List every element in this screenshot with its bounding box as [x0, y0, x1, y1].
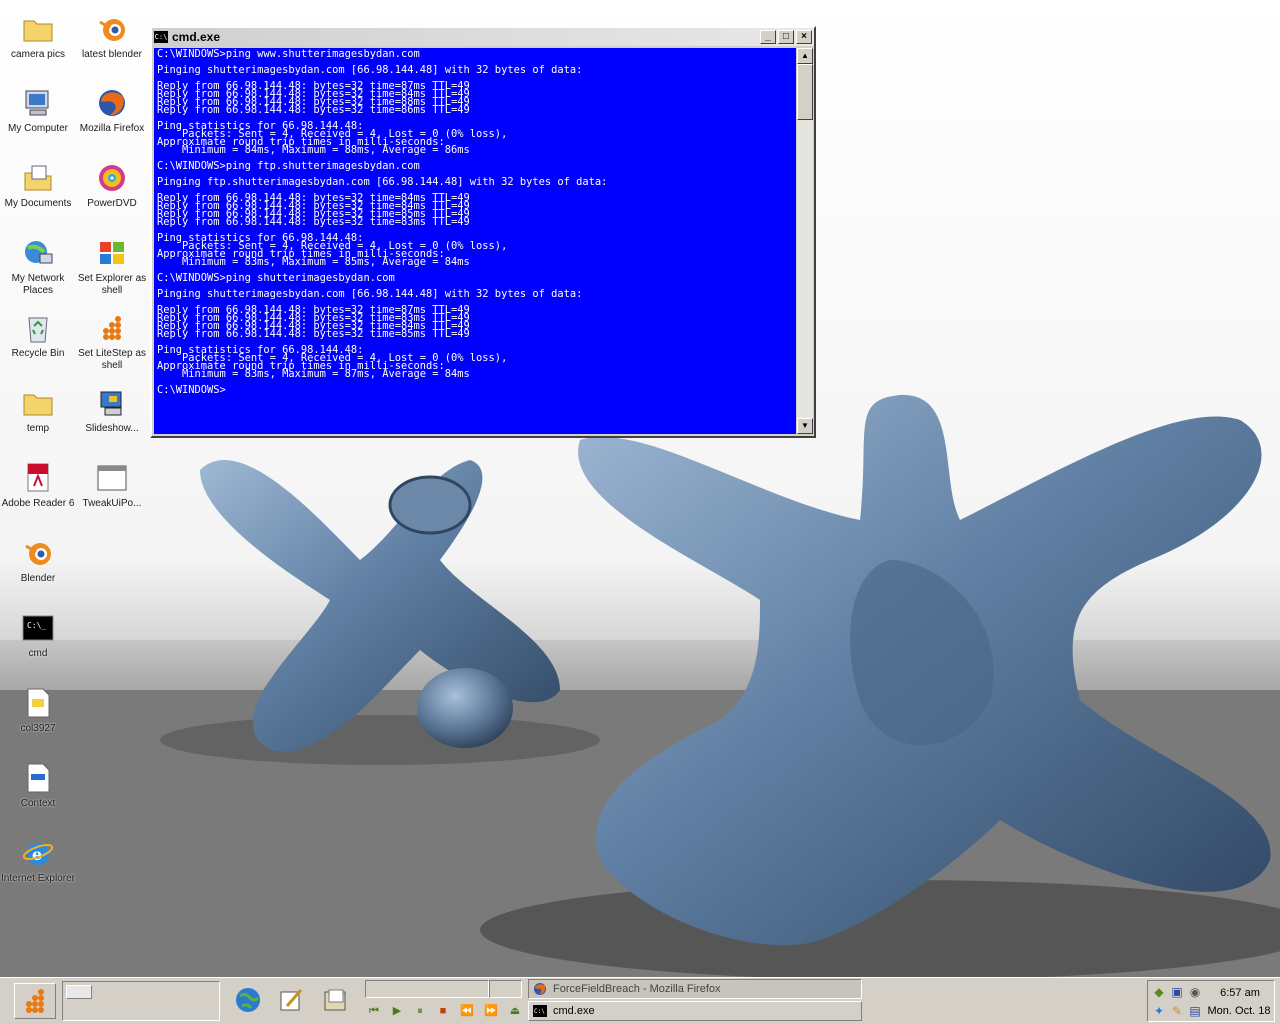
window-icon [95, 461, 129, 495]
notepad-pencil-icon[interactable] [276, 985, 306, 1015]
console-line: C:\WINDOWS>ping ftp.shutterimagesbydan.c… [157, 160, 420, 172]
desktop-icon-set-explorer-as-shell[interactable]: Set Explorer as shell [75, 236, 149, 297]
start-button[interactable] [14, 983, 56, 1019]
document-icon [21, 761, 55, 795]
console-line: Pinging shutterimagesbydan.com [66.98.14… [157, 64, 583, 76]
network-icon [21, 236, 55, 270]
windows-flag-icon [95, 236, 129, 270]
blender-icon [21, 536, 55, 570]
console-icon: C:\_ [21, 611, 55, 645]
desktop-icon-temp[interactable]: temp [1, 386, 75, 435]
clock-date[interactable]: Mon. Oct. 18 [1204, 1005, 1274, 1017]
console-line: Reply from 66.98.144.48: bytes=32 time=8… [157, 328, 470, 340]
desktop-pager[interactable] [62, 981, 220, 1021]
media-track-display [365, 980, 489, 998]
volume-tray-icon[interactable]: ◉ [1187, 984, 1203, 1000]
computer-icon [21, 86, 55, 120]
adobe-reader-icon [21, 461, 55, 495]
folder-icon [21, 12, 55, 46]
display-tray-icon[interactable]: ▣ [1169, 984, 1185, 1000]
rewind-icon[interactable]: ⏪ [458, 1003, 476, 1019]
firefox-icon [95, 86, 129, 120]
taskbar: ⏮ ▶ ⏸ ■ ⏪ ⏩ ⏏ ForceFieldBreach - Mozilla… [0, 977, 1280, 1024]
desktop-icon-recycle-bin[interactable]: Recycle Bin [1, 311, 75, 360]
desktop-icon-blender[interactable]: Blender [1, 536, 75, 585]
file-cabinet-icon[interactable] [320, 985, 350, 1015]
documents-folder-icon [21, 161, 55, 195]
desktop-icon-my-documents[interactable]: My Documents [1, 161, 75, 210]
recycle-bin-icon [21, 311, 55, 345]
console-line: Pinging ftp.shutterimagesbydan.com [66.9… [157, 176, 608, 188]
forward-icon[interactable]: ⏩ [482, 1003, 500, 1019]
litestep-icon [95, 311, 129, 345]
window-title: cmd.exe [172, 30, 221, 44]
desktop-icon-mozilla-firefox[interactable]: Mozilla Firefox [75, 86, 149, 135]
desktop-icon-col3927[interactable]: col3927 [1, 686, 75, 735]
cmd-window[interactable]: C:\ cmd.exe _ □ × C:\WINDOWS>ping www.sh… [150, 26, 816, 438]
console-icon: C:\ [533, 1004, 547, 1018]
internet-explorer-icon: e [21, 836, 55, 870]
document-icon [21, 686, 55, 720]
console-line: Minimum = 83ms, Maximum = 85ms, Average … [157, 256, 470, 268]
console-output[interactable]: C:\WINDOWS>ping www.shutterimagesbydan.c… [154, 48, 796, 434]
blender-icon [95, 12, 129, 46]
play-icon[interactable]: ▶ [388, 1003, 406, 1019]
vertical-scrollbar[interactable]: ▲ ▼ [797, 48, 813, 434]
pencil-tray-icon[interactable]: ✎ [1169, 1003, 1185, 1019]
desktop-icon-context[interactable]: Context [1, 761, 75, 810]
console-line: Reply from 66.98.144.48: bytes=32 time=8… [157, 104, 470, 116]
cmd-window-titlebar[interactable]: C:\ cmd.exe _ □ × [152, 28, 814, 46]
dvd-icon [95, 161, 129, 195]
slideshow-icon [95, 386, 129, 420]
minimize-button[interactable]: _ [760, 30, 776, 44]
console-line: C:\WINDOWS> [157, 384, 226, 396]
desktop-icon-my-network-places[interactable]: My Network Places [1, 236, 75, 297]
virtual-desktop-1[interactable] [66, 985, 92, 999]
svg-text:C:\: C:\ [534, 1008, 545, 1015]
console-icon: C:\ [154, 31, 168, 43]
system-tray: ◆ ▣ ◉ ✦ ✎ ▤ 6:57 am Mon. Oct. 18 [1147, 980, 1275, 1022]
console-line: Reply from 66.98.144.48: bytes=32 time=8… [157, 216, 470, 228]
console-line: Minimum = 84ms, Maximum = 88ms, Average … [157, 144, 470, 156]
desktop-icon-camera-pics[interactable]: camera pics [1, 12, 75, 61]
desktop-icon-adobe-reader[interactable]: Adobe Reader 6 [1, 461, 75, 510]
console-line: C:\WINDOWS>ping www.shutterimagesbydan.c… [157, 48, 420, 60]
media-time-display [489, 980, 522, 998]
task-button-firefox[interactable]: ForceFieldBreach - Mozilla Firefox [528, 979, 862, 999]
console-line: Minimum = 83ms, Maximum = 87ms, Average … [157, 368, 470, 380]
previous-icon[interactable]: ⏮ [365, 1003, 383, 1019]
desktop-icon-internet-explorer[interactable]: e Internet Explorer [1, 836, 75, 885]
stop-icon[interactable]: ■ [434, 1003, 452, 1019]
task-label: ForceFieldBreach - Mozilla Firefox [553, 983, 721, 995]
eject-icon[interactable]: ⏏ [506, 1003, 524, 1019]
globe-icon[interactable] [233, 985, 263, 1015]
litestep-icon [26, 989, 44, 1013]
desktop-icon-latest-blender[interactable]: latest blender [75, 12, 149, 61]
desktop-icon-tweakuipo[interactable]: TweakUiPo... [75, 461, 149, 510]
console-line: C:\WINDOWS>ping shutterimagesbydan.com [157, 272, 395, 284]
svg-text:C:\_: C:\_ [27, 621, 46, 630]
desktop-icon-slideshow[interactable]: Slideshow... [75, 386, 149, 435]
scroll-down-arrow-icon[interactable]: ▼ [797, 418, 813, 434]
desktop-icon-cmd[interactable]: C:\_ cmd [1, 611, 75, 660]
network-tray-icon[interactable]: ◆ [1151, 984, 1167, 1000]
close-button[interactable]: × [796, 30, 812, 44]
monitor-tray-icon[interactable]: ▤ [1187, 1003, 1203, 1019]
pause-icon[interactable]: ⏸ [411, 1003, 429, 1019]
clock-time[interactable]: 6:57 am [1208, 987, 1272, 999]
desktop-icon-set-litestep-as-shell[interactable]: Set LiteStep as shell [75, 311, 149, 372]
console-line: Pinging shutterimagesbydan.com [66.98.14… [157, 288, 583, 300]
maximize-button[interactable]: □ [778, 30, 794, 44]
task-button-cmd[interactable]: C:\ cmd.exe [528, 1001, 862, 1021]
scroll-up-arrow-icon[interactable]: ▲ [797, 48, 813, 64]
scroll-thumb[interactable] [797, 64, 813, 120]
task-label: cmd.exe [553, 1005, 595, 1017]
firefox-icon [533, 982, 547, 996]
folder-icon [21, 386, 55, 420]
desktop-icon-my-computer[interactable]: My Computer [1, 86, 75, 135]
desktop-icon-powerdvd[interactable]: PowerDVD [75, 161, 149, 210]
update-tray-icon[interactable]: ✦ [1151, 1003, 1167, 1019]
